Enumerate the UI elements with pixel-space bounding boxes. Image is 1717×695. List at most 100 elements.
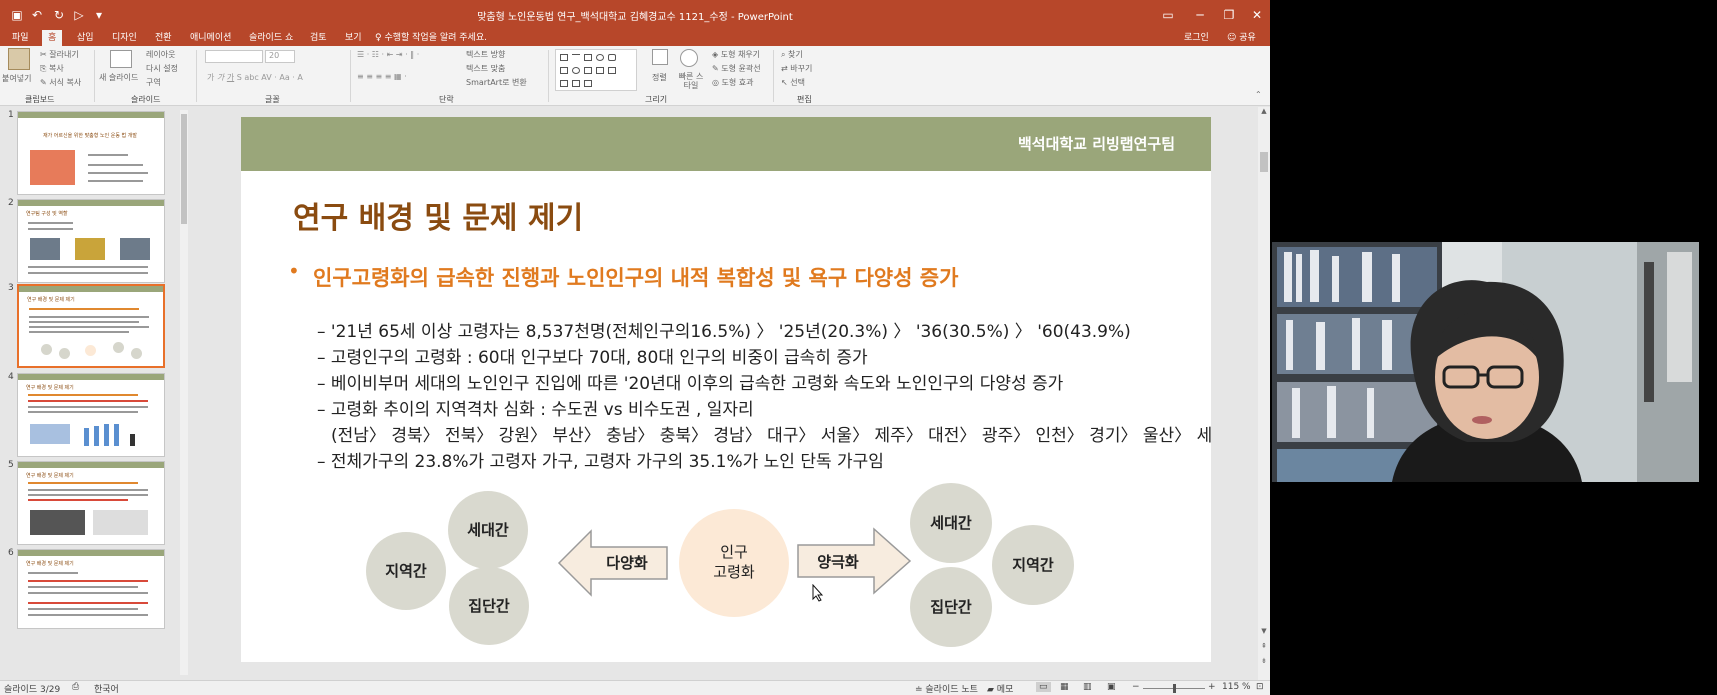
- slide-subpoint[interactable]: – 고령화 추이의 지역격차 심화 : 수도권 vs 비수도권 , 일자리: [317, 395, 754, 420]
- layout-button[interactable]: 레이아웃: [146, 49, 175, 60]
- previous-slide-icon[interactable]: ⇞: [1258, 642, 1270, 650]
- font-name-box[interactable]: [205, 50, 263, 63]
- scrollbar-thumb[interactable]: [1260, 152, 1268, 172]
- new-slide-button[interactable]: 새 슬라이드: [99, 72, 138, 83]
- collapse-ribbon-icon[interactable]: ⌃: [1255, 90, 1262, 99]
- curve-shape-icon[interactable]: [560, 80, 568, 87]
- spellcheck-icon[interactable]: ⎙: [72, 682, 79, 692]
- diagram-circle-left-generation[interactable]: 세대간: [448, 491, 528, 569]
- tab-slideshow[interactable]: 슬라이드 쇼: [243, 30, 299, 46]
- oval-shape-icon[interactable]: [596, 54, 604, 61]
- share-button[interactable]: ☺ 공유: [1227, 30, 1256, 46]
- rounded-rect-shape-icon[interactable]: [608, 54, 616, 61]
- reset-button[interactable]: 다시 설정: [146, 63, 178, 74]
- triangle-shape-icon[interactable]: [584, 67, 592, 74]
- slide-scrollbar[interactable]: ▲ ▼ ⇞ ⇟: [1258, 107, 1270, 680]
- login-link[interactable]: 로그인: [1184, 30, 1209, 46]
- shapes-gallery[interactable]: [555, 49, 637, 91]
- normal-view-icon[interactable]: ▭: [1036, 682, 1051, 692]
- zoom-out-icon[interactable]: −: [1132, 682, 1140, 692]
- zoom-in-icon[interactable]: +: [1208, 682, 1216, 692]
- scroll-up-icon[interactable]: ▲: [1258, 107, 1270, 115]
- cut-button[interactable]: ✂ 잘라내기: [40, 49, 79, 60]
- slide-subpoint[interactable]: – 고령인구의 고령화 : 60대 인구보다 70대, 80대 인구의 비중이 …: [317, 343, 868, 368]
- arrow-shape-icon[interactable]: [596, 67, 604, 74]
- arrange-icon[interactable]: [652, 49, 668, 65]
- quick-styles-button[interactable]: 빠른 스타일: [676, 72, 706, 90]
- text-direction-button[interactable]: 텍스트 방향: [466, 49, 505, 60]
- slide-sorter-icon[interactable]: ▦: [1060, 682, 1069, 692]
- slide-subpoint[interactable]: – 전체가구의 23.8%가 고령자 가구, 고령자 가구의 35.1%가 노인…: [317, 447, 884, 472]
- tab-home[interactable]: 홈: [42, 30, 63, 46]
- slide-subpoint-regions[interactable]: (전남〉 경북〉 전북〉 강원〉 부산〉 충남〉 충북〉 경남〉 대구〉 서울〉…: [331, 421, 1211, 446]
- next-slide-icon[interactable]: ⇟: [1258, 657, 1270, 665]
- font-format-buttons[interactable]: 가 가 가 S abc AV · Aa · A: [207, 72, 303, 83]
- replace-button[interactable]: ⇄ 바꾸기: [781, 63, 812, 74]
- slide-thumbnail-2[interactable]: 연구팀 구성 및 역할: [17, 199, 165, 283]
- fit-to-window-icon[interactable]: ⊡: [1256, 682, 1264, 692]
- reading-view-icon[interactable]: ▥: [1083, 682, 1092, 692]
- diagram-circle-left-group[interactable]: 집단간: [449, 567, 529, 645]
- align-text-button[interactable]: 텍스트 맞춤: [466, 63, 505, 74]
- arrange-button[interactable]: 정렬: [652, 72, 667, 83]
- slide-subpoint[interactable]: – '21년 65세 이상 고령자는 8,537천명(전체인구의16.5%) 〉…: [317, 317, 1131, 342]
- bracket-shape-icon[interactable]: [584, 80, 592, 87]
- tab-file[interactable]: 파일: [6, 30, 35, 46]
- rectangle-shape-icon[interactable]: [560, 67, 568, 74]
- tab-view[interactable]: 보기: [339, 30, 368, 46]
- find-button[interactable]: ⌕ 찾기: [781, 49, 803, 60]
- line-shape-icon[interactable]: [572, 54, 580, 61]
- smartart-button[interactable]: SmartArt로 변환: [466, 77, 527, 88]
- maximize-button[interactable]: ❐: [1218, 6, 1240, 24]
- slide-thumbnail-4[interactable]: 연구 배경 및 문제 제기: [17, 373, 165, 457]
- diagram-circle-left-region[interactable]: 지역간: [366, 532, 446, 610]
- paste-button[interactable]: 붙여넣기: [2, 73, 31, 84]
- slide-thumbnail-6[interactable]: 연구 배경 및 문제 제기: [17, 549, 165, 629]
- diagram-center-aging[interactable]: 인구 고령화: [679, 509, 789, 617]
- current-slide[interactable]: 백석대학교 리빙랩연구팀 연구 배경 및 문제 제기 • 인구고령화의 급속한 …: [241, 117, 1211, 662]
- new-slide-icon[interactable]: [110, 50, 132, 68]
- shape-outline-button[interactable]: ✎ 도형 윤곽선: [712, 63, 761, 74]
- slide-subpoint[interactable]: – 베이비부머 세대의 노인인구 진입에 따른 '20년대 이후의 급속한 고령…: [317, 369, 1063, 394]
- close-button[interactable]: ✕: [1246, 6, 1268, 24]
- scrollbar-thumb[interactable]: [181, 114, 187, 224]
- slide-thumbnail-1[interactable]: 재가 어르신을 위한 맞춤형 노인 운동 법 개발: [17, 111, 165, 195]
- shape-fill-button[interactable]: ◈ 도형 채우기: [712, 49, 760, 60]
- tab-design[interactable]: 디자인: [106, 30, 143, 46]
- oval-shape-icon[interactable]: [572, 67, 580, 74]
- tab-animations[interactable]: 애니메이션: [184, 30, 237, 46]
- slideshow-view-icon[interactable]: ▣: [1107, 682, 1116, 692]
- rectangle-shape-icon[interactable]: [584, 54, 592, 61]
- scroll-down-icon[interactable]: ▼: [1258, 627, 1270, 635]
- zoom-level[interactable]: 115 %: [1222, 682, 1251, 692]
- notes-button[interactable]: ≐ 슬라이드 노트: [915, 682, 978, 695]
- thumbnails-scrollbar[interactable]: [180, 110, 188, 675]
- shape-effects-button[interactable]: ◎ 도형 효과: [712, 77, 754, 88]
- font-size-box[interactable]: 20: [265, 50, 295, 63]
- tab-insert[interactable]: 삽입: [71, 30, 100, 46]
- list-buttons[interactable]: ☰ · ☷ · ⇤ ⇥ · ‖ ·: [357, 50, 419, 59]
- section-button[interactable]: 구역: [146, 77, 161, 88]
- select-button[interactable]: ↖ 선택: [781, 77, 805, 88]
- slide-thumbnail-5[interactable]: 연구 배경 및 문제 제기: [17, 461, 165, 545]
- copy-button[interactable]: ⎘ 복사: [40, 63, 64, 74]
- comments-button[interactable]: ▰ 메모: [987, 682, 1013, 695]
- brace-shape-icon[interactable]: [572, 80, 580, 87]
- slide-title[interactable]: 연구 배경 및 문제 제기: [293, 193, 583, 237]
- format-painter-button[interactable]: ✎ 서식 복사: [40, 77, 81, 88]
- language-indicator[interactable]: 한국어: [94, 682, 119, 695]
- minimize-button[interactable]: ─: [1189, 6, 1211, 24]
- tell-me-box[interactable]: ♀ 수행할 작업을 알려 주세요.: [375, 30, 487, 46]
- tab-review[interactable]: 검토: [304, 30, 333, 46]
- tab-transitions[interactable]: 전환: [149, 30, 178, 46]
- diagram-circle-right-region[interactable]: 지역간: [992, 525, 1074, 605]
- zoom-slider-thumb[interactable]: [1173, 684, 1176, 693]
- diagram-circle-right-group[interactable]: 집단간: [910, 567, 992, 647]
- paste-icon[interactable]: [8, 48, 30, 70]
- ribbon-display-options-icon[interactable]: ▭: [1157, 6, 1179, 24]
- diagram-circle-right-generation[interactable]: 세대간: [910, 483, 992, 563]
- slide-main-bullet[interactable]: 인구고령화의 급속한 진행과 노인인구의 내적 복합성 및 욕구 다양성 증가: [313, 262, 958, 292]
- slide-thumbnail-3[interactable]: 연구 배경 및 문제 제기: [17, 284, 165, 368]
- star-shape-icon[interactable]: [608, 67, 616, 74]
- textbox-shape-icon[interactable]: [560, 54, 568, 61]
